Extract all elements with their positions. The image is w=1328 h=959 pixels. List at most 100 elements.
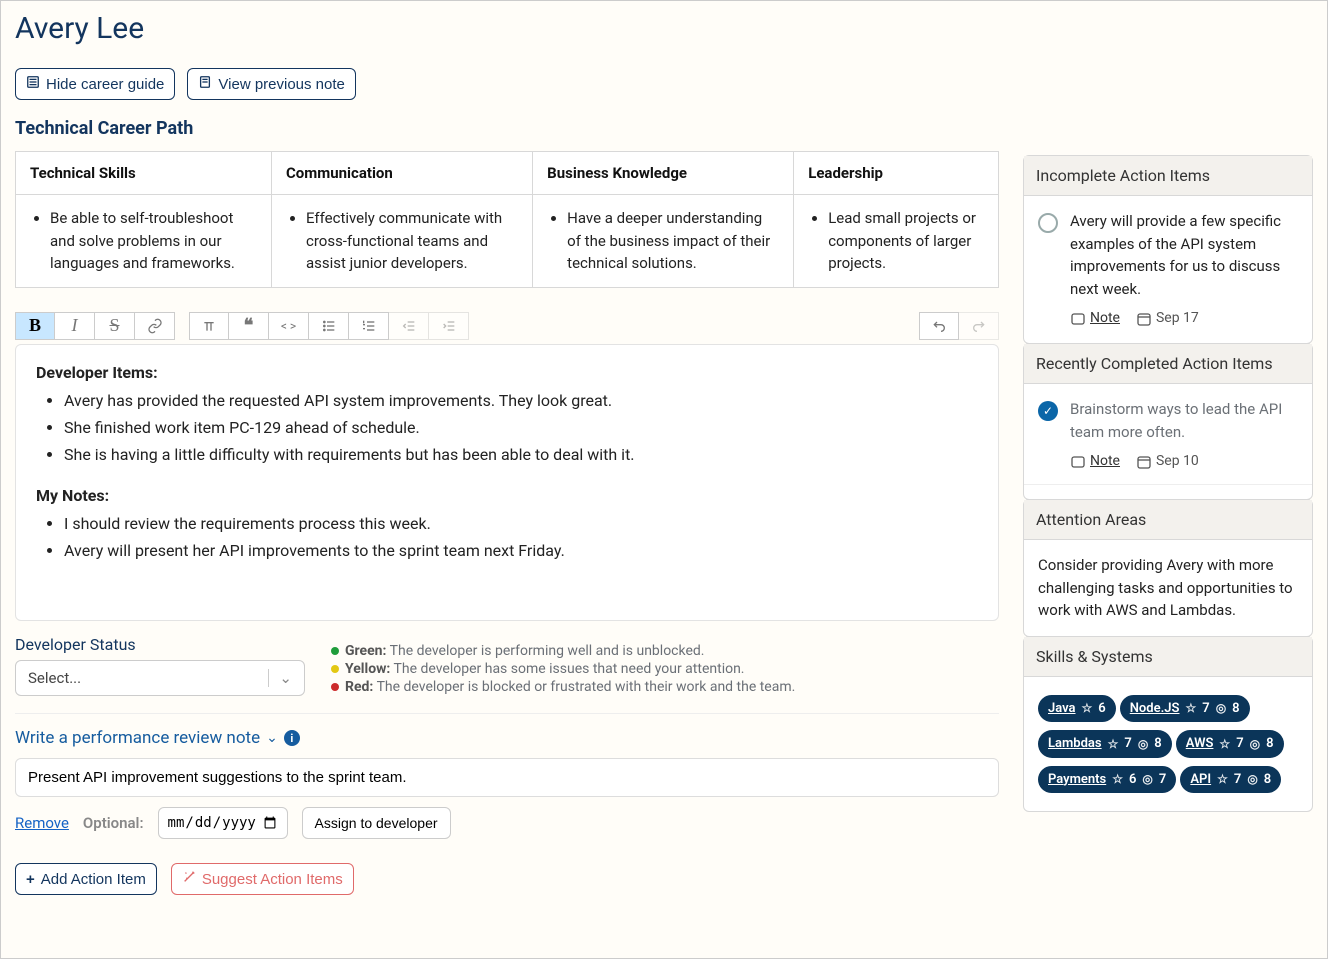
skill-star-value: 7 bbox=[1234, 770, 1241, 790]
col-header: Business Knowledge bbox=[533, 152, 794, 195]
skill-star-value: 7 bbox=[1236, 734, 1243, 754]
note-editor[interactable]: Developer Items: Avery has provided the … bbox=[15, 344, 999, 622]
select-placeholder: Select... bbox=[28, 669, 81, 687]
action-item-input[interactable] bbox=[15, 758, 999, 797]
career-item: Be able to self-troubleshoot and solve p… bbox=[50, 207, 257, 275]
attention-areas-header: Attention Areas bbox=[1024, 500, 1312, 540]
action-item-row[interactable]: Avery will provide a few specific exampl… bbox=[1038, 210, 1298, 329]
calendar-icon bbox=[1136, 454, 1152, 470]
completed-action-items-header: Recently Completed Action Items bbox=[1024, 344, 1312, 384]
checked-circle-icon[interactable] bbox=[1038, 401, 1058, 421]
plus-icon: + bbox=[26, 871, 35, 888]
action-item-date: Sep 10 bbox=[1136, 451, 1199, 472]
heading-button[interactable] bbox=[189, 312, 229, 340]
ordered-list-button[interactable] bbox=[349, 312, 389, 340]
skill-target-value: 7 bbox=[1159, 770, 1166, 790]
indent-button[interactable] bbox=[429, 312, 469, 340]
skill-chip[interactable]: API ☆ 7 ◎ 8 bbox=[1180, 766, 1281, 794]
skill-chip[interactable]: Node.JS ☆ 7 ◎ 8 bbox=[1120, 695, 1250, 723]
action-item-text: Avery will provide a few specific exampl… bbox=[1070, 210, 1298, 300]
skill-star-value: 7 bbox=[1202, 699, 1209, 719]
note-link[interactable]: Note bbox=[1070, 308, 1120, 329]
sticky-note-icon bbox=[1070, 311, 1086, 327]
action-date-input[interactable] bbox=[158, 807, 288, 839]
legend-text: The developer is blocked or frustrated w… bbox=[377, 679, 796, 695]
magic-icon bbox=[182, 870, 196, 888]
calendar-icon bbox=[1136, 311, 1152, 327]
skills-list: Java ☆ 6Node.JS ☆ 7 ◎ 8Lambdas ☆ 7 ◎ 8AW… bbox=[1024, 677, 1312, 812]
add-action-item-label: Add Action Item bbox=[41, 871, 146, 888]
skill-chip[interactable]: Payments ☆ 6 ◎ 7 bbox=[1038, 766, 1176, 794]
action-item-row[interactable]: Brainstorm ways to lead the API team mor… bbox=[1038, 398, 1298, 472]
bold-button[interactable]: B bbox=[15, 312, 55, 340]
skill-target-value: 8 bbox=[1232, 699, 1239, 719]
yellow-dot-icon bbox=[331, 665, 339, 673]
italic-button[interactable]: I bbox=[55, 312, 95, 340]
skill-name: Java bbox=[1048, 699, 1076, 719]
review-heading[interactable]: Write a performance review note ⌄ i bbox=[15, 728, 999, 748]
action-item-date: Sep 17 bbox=[1136, 308, 1199, 329]
skill-chip[interactable]: Lambdas ☆ 7 ◎ 8 bbox=[1038, 730, 1172, 758]
skill-target-value: 8 bbox=[1264, 770, 1271, 790]
note-icon bbox=[198, 75, 212, 93]
skill-star-value: 7 bbox=[1124, 734, 1131, 754]
skill-name: Node.JS bbox=[1130, 699, 1180, 719]
career-guide-table: Technical Skills Communication Business … bbox=[15, 151, 999, 288]
skill-chip[interactable]: Java ☆ 6 bbox=[1038, 695, 1116, 723]
star-icon: ☆ bbox=[1082, 699, 1093, 717]
undo-button[interactable] bbox=[919, 312, 959, 340]
add-action-item-button[interactable]: + Add Action Item bbox=[15, 863, 157, 895]
action-item-text: Brainstorm ways to lead the API team mor… bbox=[1070, 398, 1298, 443]
unordered-list-button[interactable] bbox=[309, 312, 349, 340]
sticky-note-icon bbox=[1070, 454, 1086, 470]
remove-action-link[interactable]: Remove bbox=[15, 814, 69, 832]
skill-name: Payments bbox=[1048, 770, 1106, 790]
skills-systems-header: Skills & Systems bbox=[1024, 637, 1312, 677]
col-header: Communication bbox=[271, 152, 532, 195]
chevron-down-icon: ⌄ bbox=[268, 669, 292, 687]
outdent-button[interactable] bbox=[389, 312, 429, 340]
chevron-down-icon: ⌄ bbox=[266, 730, 278, 746]
career-item: Effectively communicate with cross-funct… bbox=[306, 207, 518, 275]
note-link[interactable]: Note bbox=[1070, 451, 1120, 472]
incomplete-action-items-header: Incomplete Action Items bbox=[1024, 156, 1312, 196]
status-legend: Green: The developer is performing well … bbox=[331, 635, 795, 697]
career-item: Have a deeper understanding of the busin… bbox=[567, 207, 779, 275]
suggest-action-items-label: Suggest Action Items bbox=[202, 871, 343, 888]
developer-status-select[interactable]: Select... ⌄ bbox=[15, 660, 305, 696]
strikethrough-button[interactable]: S bbox=[95, 312, 135, 340]
attention-areas-text: Consider providing Avery with more chall… bbox=[1024, 540, 1312, 636]
skill-name: AWS bbox=[1186, 734, 1214, 754]
note-bullet: She is having a little difficulty with r… bbox=[64, 443, 978, 468]
editor-toolbar: B I S ❝ < > bbox=[15, 312, 999, 340]
hide-career-guide-button[interactable]: Hide career guide bbox=[15, 68, 175, 100]
view-previous-note-button[interactable]: View previous note bbox=[187, 68, 355, 100]
skill-target-value: 8 bbox=[1154, 734, 1161, 754]
suggest-action-items-button[interactable]: Suggest Action Items bbox=[171, 863, 354, 895]
page-title: Avery Lee bbox=[15, 11, 1313, 46]
code-button[interactable]: < > bbox=[269, 312, 309, 340]
note-section-title: My Notes: bbox=[36, 486, 109, 505]
note-bullet: I should review the requirements process… bbox=[64, 512, 978, 537]
skill-chip[interactable]: AWS ☆ 7 ◎ 8 bbox=[1176, 730, 1284, 758]
quote-button[interactable]: ❝ bbox=[229, 312, 269, 340]
skill-name: API bbox=[1190, 770, 1211, 790]
link-button[interactable] bbox=[135, 312, 175, 340]
developer-status-label: Developer Status bbox=[15, 635, 305, 654]
note-section-title: Developer Items: bbox=[36, 363, 158, 382]
skill-star-value: 6 bbox=[1129, 770, 1136, 790]
star-icon: ☆ bbox=[1185, 699, 1196, 717]
note-bullet: She finished work item PC-129 ahead of s… bbox=[64, 416, 978, 441]
target-icon: ◎ bbox=[1138, 735, 1148, 753]
target-icon: ◎ bbox=[1216, 699, 1226, 717]
career-item: Lead small projects or components of lar… bbox=[828, 207, 984, 275]
skill-target-value: 8 bbox=[1266, 734, 1273, 754]
legend-label: Yellow: bbox=[345, 661, 390, 677]
assign-to-developer-button[interactable]: Assign to developer bbox=[302, 807, 451, 839]
unchecked-circle-icon[interactable] bbox=[1038, 213, 1058, 233]
legend-label: Red: bbox=[345, 679, 373, 695]
info-icon[interactable]: i bbox=[284, 730, 300, 746]
star-icon: ☆ bbox=[1217, 770, 1228, 788]
career-path-title: Technical Career Path bbox=[15, 118, 1313, 139]
redo-button[interactable] bbox=[959, 312, 999, 340]
